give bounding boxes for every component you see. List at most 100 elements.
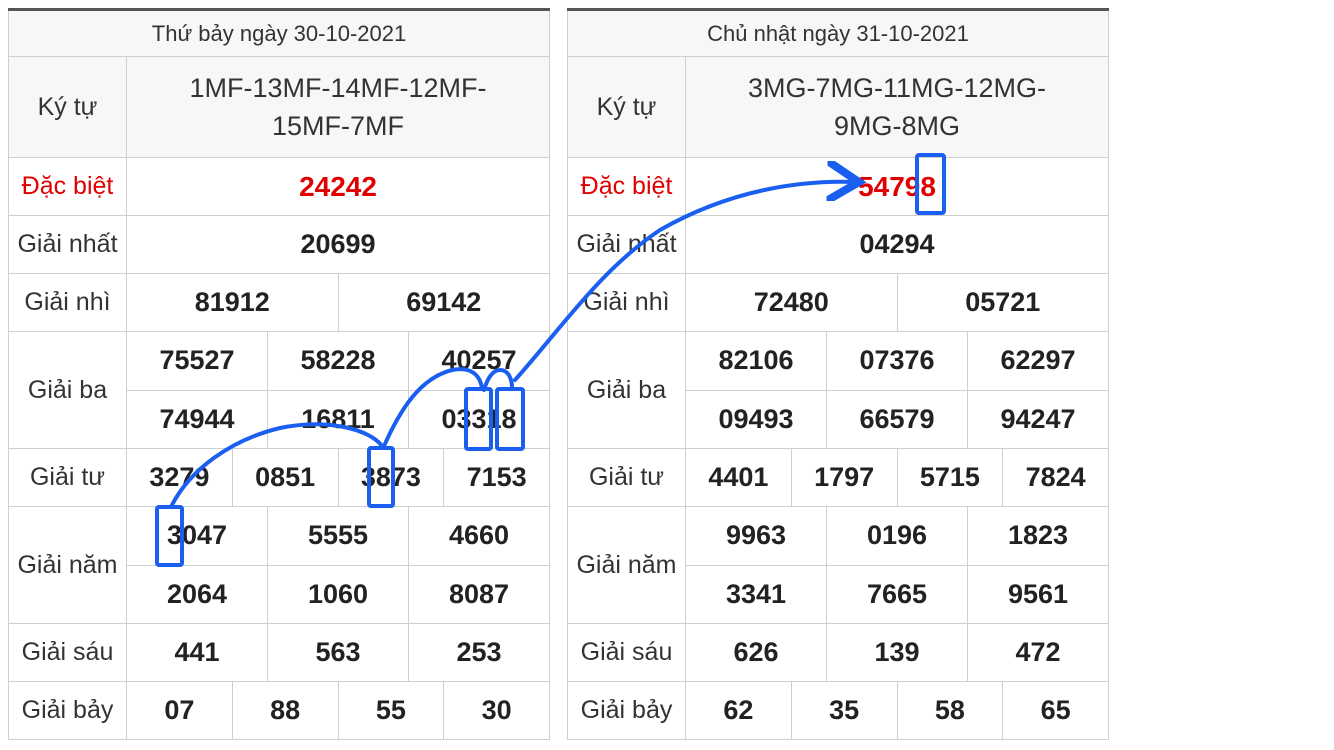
seventh-prize-number: 62 — [723, 695, 754, 725]
fifth-prize-number: 9963 — [725, 520, 787, 551]
fifth-prize-row: Giải năm 9963 0196 1823 3341 7665 9561 — [567, 507, 1109, 624]
special-prize-row: Đặc biệt 54798 — [567, 158, 1109, 216]
fourth-prize-number: 7824 — [1002, 449, 1108, 506]
special-prize-number: 54798 — [858, 170, 936, 202]
third-prize-number: 82106 — [718, 345, 794, 376]
fourth-prize-label: Giải tư — [567, 449, 686, 506]
third-prize-row: Giải ba 82106 07376 62297 09493 66579 94… — [567, 332, 1109, 449]
fourth-prize-row: Giải tư 3279 0851 3873 7153 — [8, 449, 550, 507]
date-header-row: Thứ bảy ngày 30-10-2021 — [8, 11, 550, 57]
second-prize-label: Giải nhì — [8, 274, 127, 331]
fifth-prize-number: 3047 — [166, 520, 228, 551]
seventh-prize-label: Giải bảy — [8, 682, 127, 739]
second-prize-number: 05721 — [896, 274, 1109, 331]
kytu-value: 3MG-7MG-11MG-12MG- 9MG-8MG — [686, 57, 1109, 157]
third-prize-number: 58228 — [267, 332, 408, 390]
fifth-prize-number: 8087 — [408, 565, 549, 623]
fourth-prize-number: 0851 — [231, 449, 338, 506]
kytu-line-2: 15MF-7MF — [271, 111, 404, 141]
fifth-prize-label: Giải năm — [567, 507, 686, 623]
fifth-prize-label: Giải năm — [8, 507, 127, 623]
kytu-value: 1MF-13MF-14MF-12MF- 15MF-7MF — [127, 57, 550, 157]
second-prize-label: Giải nhì — [567, 274, 686, 331]
seventh-prize-number: 58 — [896, 682, 1003, 739]
date-header-row: Chủ nhật ngày 31-10-2021 — [567, 11, 1109, 57]
sixth-prize-number: 139 — [826, 624, 967, 681]
third-prize-number: 03318 — [408, 390, 549, 448]
second-prize-number: 69142 — [337, 274, 550, 331]
seventh-prize-label: Giải bảy — [567, 682, 686, 739]
fourth-prize-number: 3873 — [337, 449, 444, 506]
date-header: Thứ bảy ngày 30-10-2021 — [151, 20, 407, 46]
fifth-prize-number: 2064 — [166, 578, 228, 609]
seventh-prize-number: 35 — [790, 682, 897, 739]
fourth-prize-number: 4401 — [708, 462, 769, 492]
kytu-label: Ký tự — [8, 57, 127, 157]
kytu-label: Ký tự — [567, 57, 686, 157]
fourth-prize-row: Giải tư 4401 1797 5715 7824 — [567, 449, 1109, 507]
third-prize-number: 62297 — [967, 332, 1108, 390]
seventh-prize-number: 30 — [443, 682, 549, 739]
third-prize-label: Giải ba — [8, 332, 127, 448]
sixth-prize-number: 253 — [408, 624, 549, 681]
first-prize-row: Giải nhất 20699 — [8, 216, 550, 274]
fourth-prize-number: 5715 — [896, 449, 1003, 506]
fifth-prize-number: 4660 — [408, 507, 549, 565]
results-table-right: Chủ nhật ngày 31-10-2021 Ký tự 3MG-7MG-1… — [567, 8, 1109, 740]
fifth-prize-number: 1823 — [967, 507, 1108, 565]
seventh-prize-number: 65 — [1002, 682, 1108, 739]
third-prize-row: Giải ba 75527 58228 40257 74944 16811 03… — [8, 332, 550, 449]
sixth-prize-number: 441 — [174, 637, 220, 667]
third-prize-number: 40257 — [408, 332, 549, 390]
special-prize-row: Đặc biệt 24242 — [8, 158, 550, 216]
third-prize-number: 66579 — [826, 390, 967, 448]
sixth-prize-number: 626 — [733, 637, 779, 667]
fifth-prize-number: 1060 — [267, 565, 408, 623]
special-prize-label: Đặc biệt — [567, 158, 686, 215]
seventh-prize-number: 88 — [231, 682, 338, 739]
fourth-prize-label: Giải tư — [8, 449, 127, 506]
third-prize-number: 16811 — [267, 390, 408, 448]
fifth-prize-number: 7665 — [826, 565, 967, 623]
seventh-prize-number: 55 — [337, 682, 444, 739]
fourth-prize-number: 3279 — [149, 462, 210, 492]
sixth-prize-row: Giải sáu 626 139 472 — [567, 624, 1109, 682]
fifth-prize-number: 0196 — [826, 507, 967, 565]
fifth-prize-row: Giải năm 3047 5555 4660 2064 1060 8087 — [8, 507, 550, 624]
third-prize-number: 09493 — [718, 403, 794, 434]
special-prize-number: 24242 — [299, 170, 377, 202]
date-header: Chủ nhật ngày 31-10-2021 — [707, 20, 969, 46]
second-prize-row: Giải nhì 72480 05721 — [567, 274, 1109, 332]
second-prize-row: Giải nhì 81912 69142 — [8, 274, 550, 332]
results-table-left: Thứ bảy ngày 30-10-2021 Ký tự 1MF-13MF-1… — [8, 8, 550, 740]
seventh-prize-number: 07 — [164, 695, 195, 725]
third-prize-number: 07376 — [826, 332, 967, 390]
kytu-row: Ký tự 1MF-13MF-14MF-12MF- 15MF-7MF — [8, 57, 550, 158]
first-prize-number: 20699 — [300, 229, 376, 259]
third-prize-label: Giải ba — [567, 332, 686, 448]
kytu-line-1: 1MF-13MF-14MF-12MF- — [189, 73, 487, 103]
third-prize-number: 74944 — [159, 403, 235, 434]
fourth-prize-number: 7153 — [443, 449, 549, 506]
first-prize-label: Giải nhất — [8, 216, 127, 273]
sixth-prize-number: 472 — [967, 624, 1108, 681]
special-prize-label: Đặc biệt — [8, 158, 127, 215]
kytu-line-2: 9MG-8MG — [833, 111, 960, 141]
sixth-prize-label: Giải sáu — [567, 624, 686, 681]
third-prize-number: 75527 — [159, 345, 235, 376]
second-prize-number: 72480 — [753, 287, 829, 317]
fourth-prize-number: 1797 — [790, 449, 897, 506]
first-prize-number: 04294 — [859, 229, 935, 259]
first-prize-row: Giải nhất 04294 — [567, 216, 1109, 274]
seventh-prize-row: Giải bảy 07 88 55 30 — [8, 682, 550, 740]
second-prize-number: 81912 — [194, 287, 270, 317]
seventh-prize-row: Giải bảy 62 35 58 65 — [567, 682, 1109, 740]
kytu-line-1: 3MG-7MG-11MG-12MG- — [747, 73, 1047, 103]
third-prize-number: 94247 — [967, 390, 1108, 448]
first-prize-label: Giải nhất — [567, 216, 686, 273]
sixth-prize-number: 563 — [267, 624, 408, 681]
fifth-prize-number: 5555 — [267, 507, 408, 565]
fifth-prize-number: 9561 — [967, 565, 1108, 623]
sixth-prize-label: Giải sáu — [8, 624, 127, 681]
kytu-row: Ký tự 3MG-7MG-11MG-12MG- 9MG-8MG — [567, 57, 1109, 158]
